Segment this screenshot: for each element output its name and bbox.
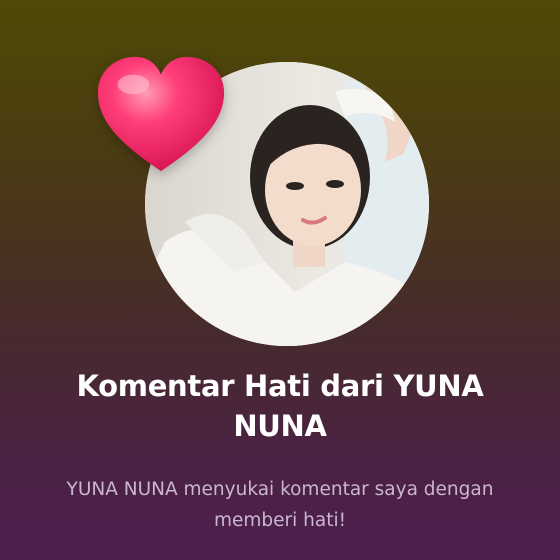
heart-icon bbox=[97, 56, 225, 172]
notification-message: YUNA NUNA menyukai komentar saya dengan … bbox=[66, 479, 494, 531]
notification-title: Komentar Hati dari YUNA NUNA bbox=[76, 369, 484, 443]
